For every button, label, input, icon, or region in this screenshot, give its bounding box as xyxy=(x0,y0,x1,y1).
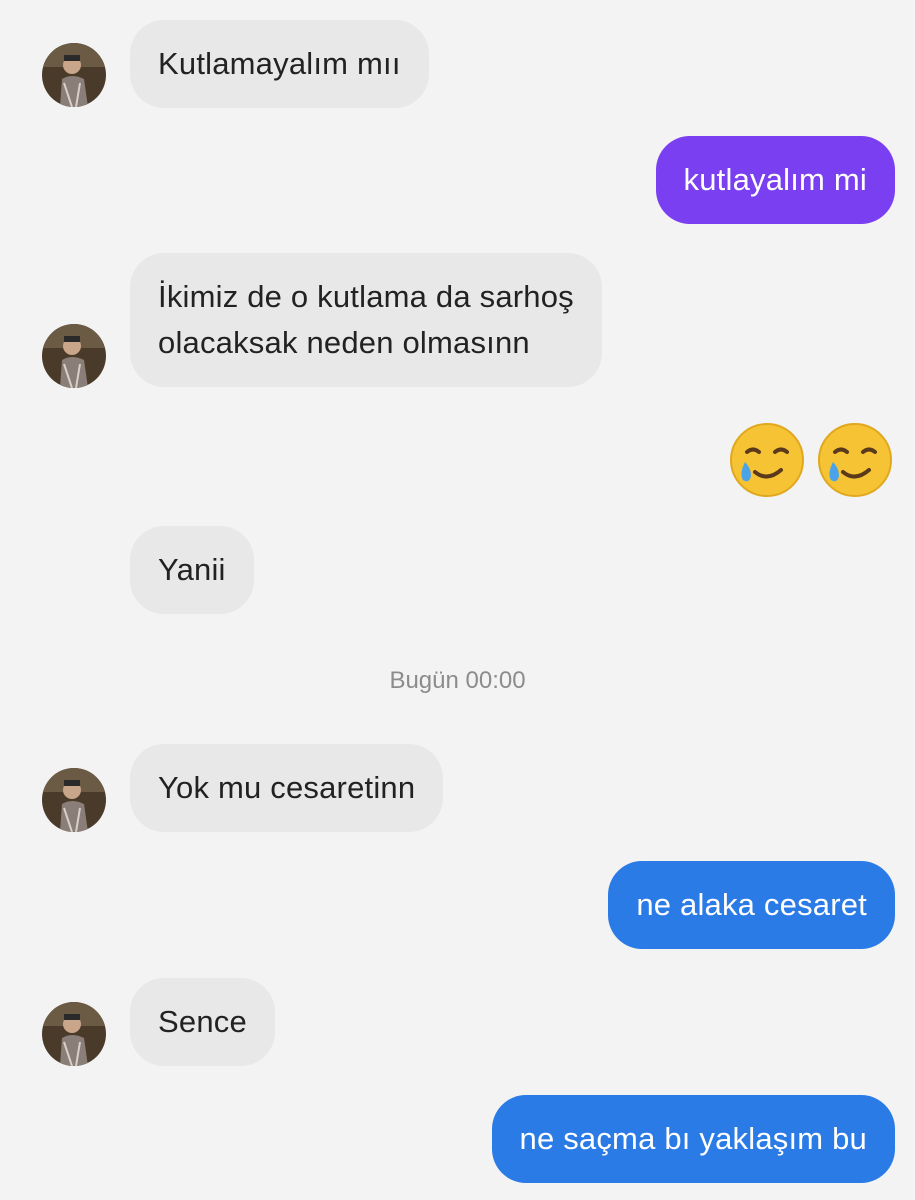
message-bubble-outgoing[interactable]: kutlayalım mi xyxy=(655,136,895,224)
message-text: Yanii xyxy=(158,552,226,587)
message-bubble-incoming[interactable]: Yanii xyxy=(130,526,254,614)
message-bubble-incoming[interactable]: Kutlamayalım mıı xyxy=(130,20,429,108)
avatar-photo-icon xyxy=(42,768,106,832)
contact-avatar[interactable] xyxy=(42,1002,106,1066)
message-text-line: olacaksak neden olmasınn xyxy=(158,325,530,360)
message-bubble-outgoing[interactable]: ne alaka cesaret xyxy=(608,861,895,949)
avatar-photo-icon xyxy=(42,43,106,107)
message-text: ne alaka cesaret xyxy=(636,887,867,922)
timestamp-divider: Bugün 00:00 xyxy=(389,667,526,694)
contact-avatar[interactable] xyxy=(42,324,106,388)
message-text: Kutlamayalım mıı xyxy=(158,46,401,81)
message-bubble-incoming[interactable]: Yok mu cesaretinn xyxy=(130,744,444,832)
smiling-face-with-tear-icon xyxy=(818,423,892,497)
chat-thread: Kutlamayalım mıı kutlayalım mi İkimiz de… xyxy=(0,0,915,1200)
message-text: ne saçma bı yaklaşım bu xyxy=(519,1121,867,1156)
message-text: Sence xyxy=(158,1004,247,1039)
avatar-photo-icon xyxy=(42,1002,106,1066)
message-text: kutlayalım mi xyxy=(683,162,867,197)
message-bubble-incoming[interactable]: Sence xyxy=(130,978,275,1066)
message-text: Yok mu cesaretinn xyxy=(158,770,416,805)
emoji-message[interactable] xyxy=(727,420,895,500)
contact-avatar[interactable] xyxy=(42,43,106,107)
message-text-line: İkimiz de o kutlama da sarhoş xyxy=(158,279,574,314)
message-bubble-outgoing[interactable]: ne saçma bı yaklaşım bu xyxy=(491,1095,895,1183)
avatar-photo-icon xyxy=(42,324,106,388)
message-bubble-incoming[interactable]: İkimiz de o kutlama da sarhoş olacaksak … xyxy=(130,253,602,387)
smiling-face-with-tear-icon xyxy=(730,423,804,497)
contact-avatar[interactable] xyxy=(42,768,106,832)
